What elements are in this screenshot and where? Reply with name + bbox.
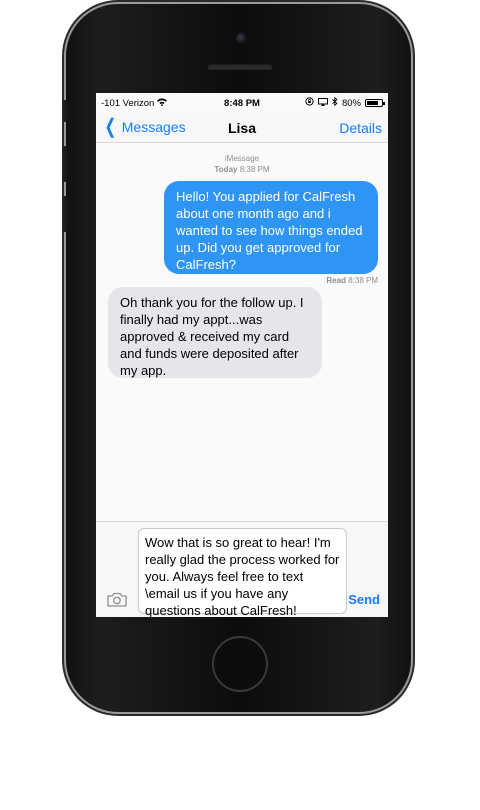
outgoing-message-bubble[interactable]: Hello! You applied for CalFresh about on… — [164, 181, 378, 274]
mute-switch — [63, 100, 67, 122]
front-camera — [236, 33, 247, 44]
rotation-lock-icon — [305, 97, 314, 109]
camera-icon[interactable] — [107, 592, 127, 607]
volume-down-button — [63, 196, 67, 232]
send-button[interactable]: Send — [348, 592, 380, 607]
battery-percentage: 80% — [341, 97, 361, 109]
read-time: 8:38 PM — [348, 276, 378, 285]
home-button[interactable] — [212, 636, 268, 692]
screen-mirroring-icon — [317, 97, 328, 109]
read-label: Read — [326, 276, 346, 285]
timestamp-day: Today — [214, 165, 238, 174]
timestamp-time: 8:38 PM — [239, 165, 270, 174]
bluetooth-icon — [332, 96, 338, 109]
compose-bar: Wow that is so great to hear! I'm really… — [96, 521, 388, 617]
phone-screen: -101 Verizon 8:48 PM 80% ❮ Messages Lisa — [96, 93, 388, 617]
thread-timestamp: Today 8:38 PM — [96, 165, 388, 174]
incoming-message-bubble[interactable]: Oh thank you for the follow up. I finall… — [108, 287, 322, 378]
details-button[interactable]: Details — [339, 120, 382, 136]
message-input[interactable]: Wow that is so great to hear! I'm really… — [138, 528, 347, 617]
earpiece-speaker — [207, 63, 273, 70]
navigation-bar: ❮ Messages Lisa Details — [96, 113, 388, 143]
status-bar: -101 Verizon 8:48 PM 80% — [96, 93, 388, 113]
status-right: 80% — [305, 96, 385, 109]
battery-level — [367, 101, 379, 105]
battery-icon — [365, 99, 385, 107]
read-receipt: Read 8:38 PM — [326, 276, 378, 285]
service-label: iMessage — [224, 154, 260, 163]
volume-up-button — [63, 146, 67, 182]
